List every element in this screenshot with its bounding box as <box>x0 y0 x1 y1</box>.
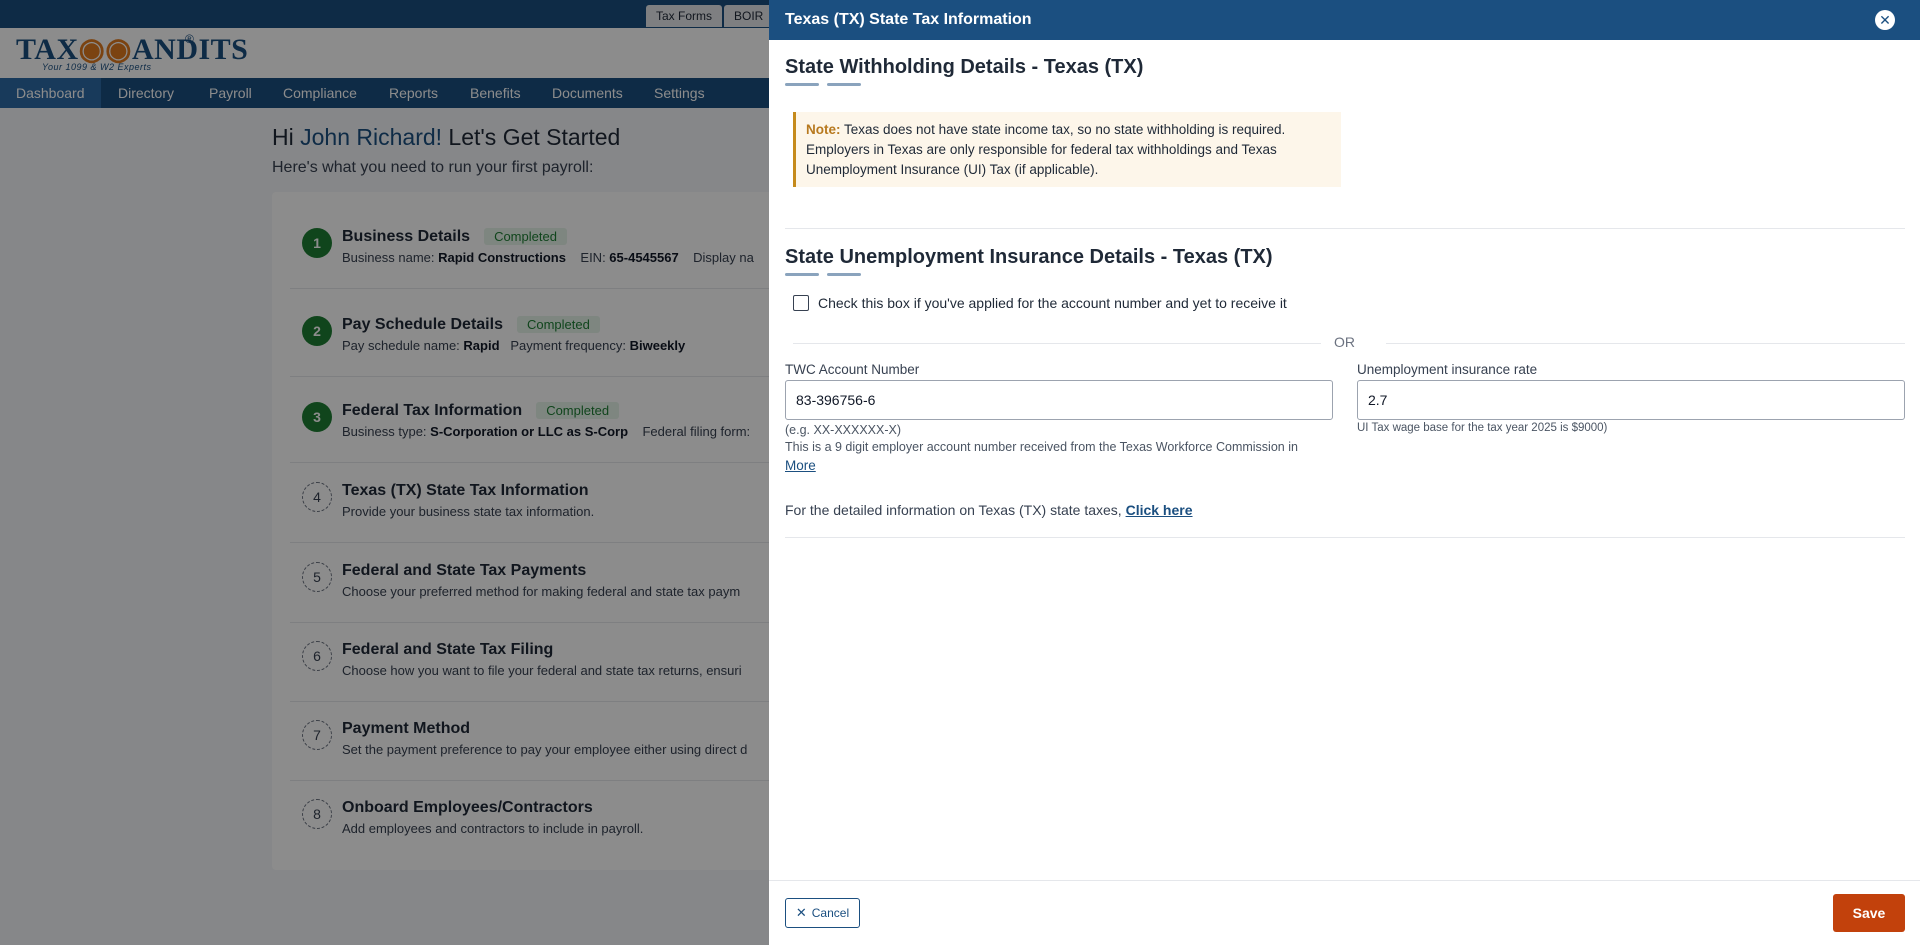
modal-backdrop[interactable] <box>0 0 769 945</box>
section-divider <box>785 228 1905 229</box>
twc-account-label: TWC Account Number <box>785 362 920 377</box>
title-underline <box>785 273 861 276</box>
content-divider <box>785 537 1905 538</box>
note-label: Note: <box>806 122 841 137</box>
twc-example-hint: (e.g. XX-XXXXXX-X) <box>785 423 902 437</box>
drawer-header: Texas (TX) State Tax Information ✕ <box>769 0 1920 40</box>
or-separator: OR <box>1334 334 1355 350</box>
note-text: Texas does not have state income tax, so… <box>806 122 1286 177</box>
title-underline <box>785 83 861 86</box>
ui-rate-help-text: UI Tax wage base for the tax year 2025 i… <box>1357 422 1608 434</box>
or-divider-left <box>793 343 1321 344</box>
state-tax-drawer: Texas (TX) State Tax Information ✕ State… <box>769 0 1920 945</box>
twc-account-input[interactable] <box>785 380 1333 420</box>
detail-info-text: For the detailed information on Texas (T… <box>785 502 1193 518</box>
applied-checkbox-label[interactable]: Check this box if you've applied for the… <box>818 295 1287 311</box>
drawer-title: Texas (TX) State Tax Information <box>785 11 1032 28</box>
ui-rate-label: Unemployment insurance rate <box>1357 362 1538 377</box>
close-icon[interactable]: ✕ <box>1875 10 1895 30</box>
cancel-button[interactable]: ✕ Cancel <box>785 898 860 928</box>
more-link[interactable]: More <box>785 458 816 473</box>
applied-checkbox[interactable] <box>793 295 809 311</box>
note-box: Note: Texas does not have state income t… <box>793 112 1341 187</box>
save-button[interactable]: Save <box>1833 894 1905 932</box>
withholding-section-title: State Withholding Details - Texas (TX) <box>785 56 1144 78</box>
sui-section-title: State Unemployment Insurance Details - T… <box>785 246 1273 268</box>
click-here-link[interactable]: Click here <box>1126 502 1193 518</box>
footer-divider <box>769 880 1920 881</box>
ui-rate-input[interactable] <box>1357 380 1905 420</box>
close-icon: ✕ <box>795 905 807 920</box>
or-divider-right <box>1386 343 1905 344</box>
twc-help-text: This is a 9 digit employer account numbe… <box>785 440 1298 454</box>
